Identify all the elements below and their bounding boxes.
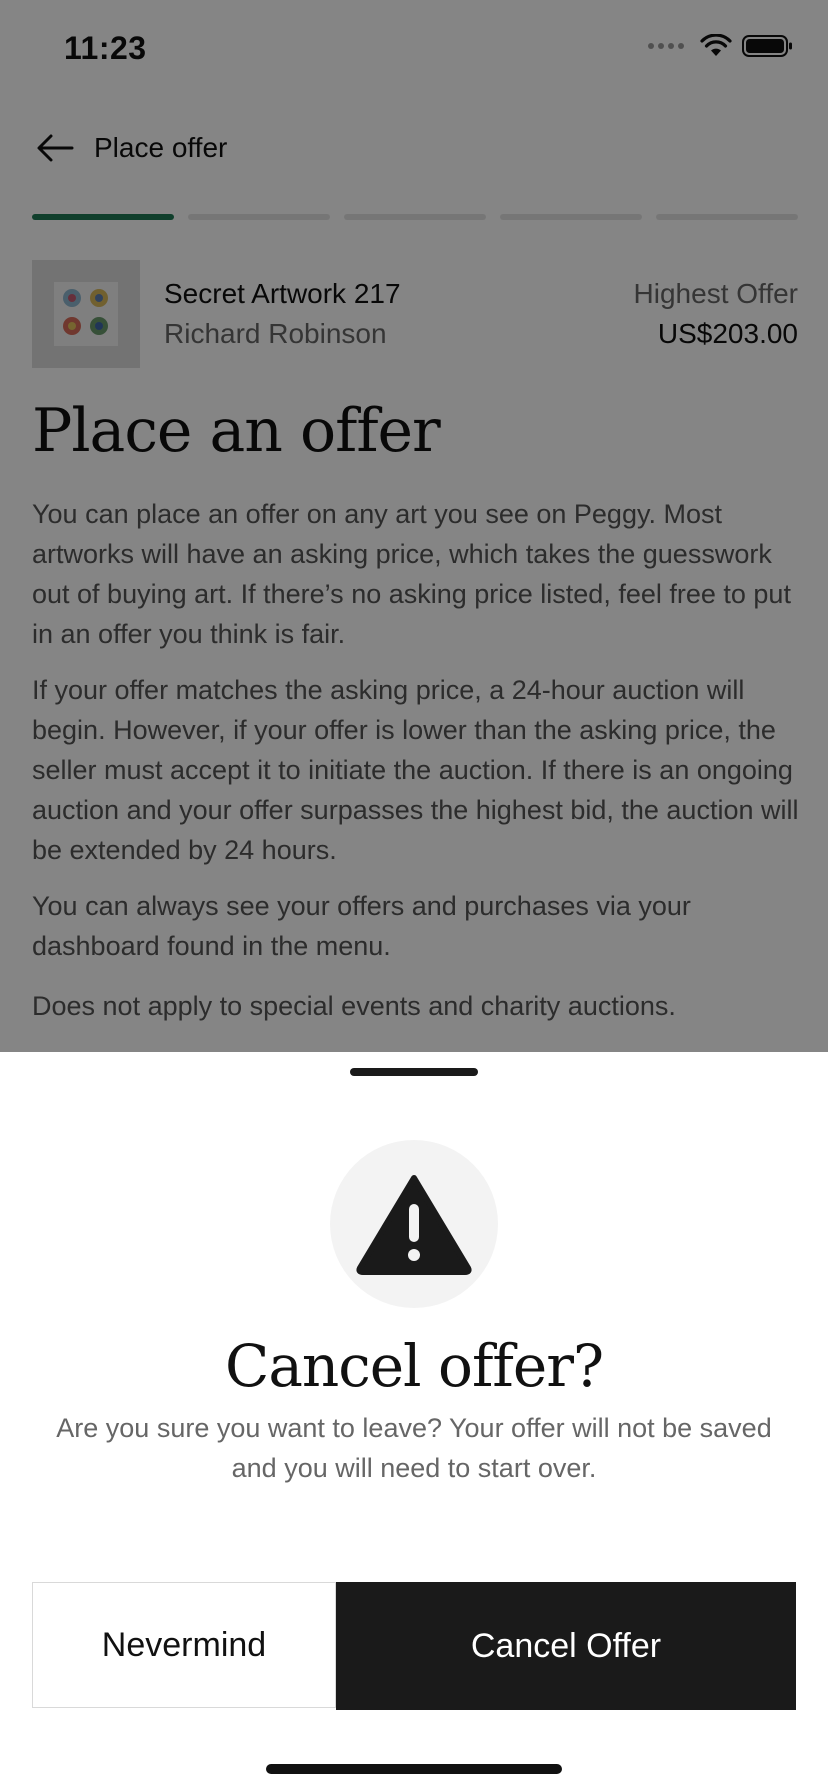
warning-icon	[356, 1175, 472, 1275]
dim-overlay[interactable]	[0, 0, 828, 1052]
place-offer-screen: 11:23 Place offer Secret Artwork 217 Ric…	[0, 0, 828, 1792]
nevermind-button[interactable]: Nevermind	[32, 1582, 336, 1708]
home-indicator[interactable]	[266, 1764, 562, 1774]
warning-badge	[330, 1140, 498, 1308]
sheet-grabber[interactable]	[350, 1068, 478, 1076]
dialog-actions: Nevermind Cancel Offer	[32, 1582, 796, 1710]
dialog-message: Are you sure you want to leave? Your off…	[56, 1413, 772, 1483]
dialog-title: Cancel offer?	[224, 1332, 604, 1400]
cancel-offer-button[interactable]: Cancel Offer	[336, 1582, 796, 1710]
